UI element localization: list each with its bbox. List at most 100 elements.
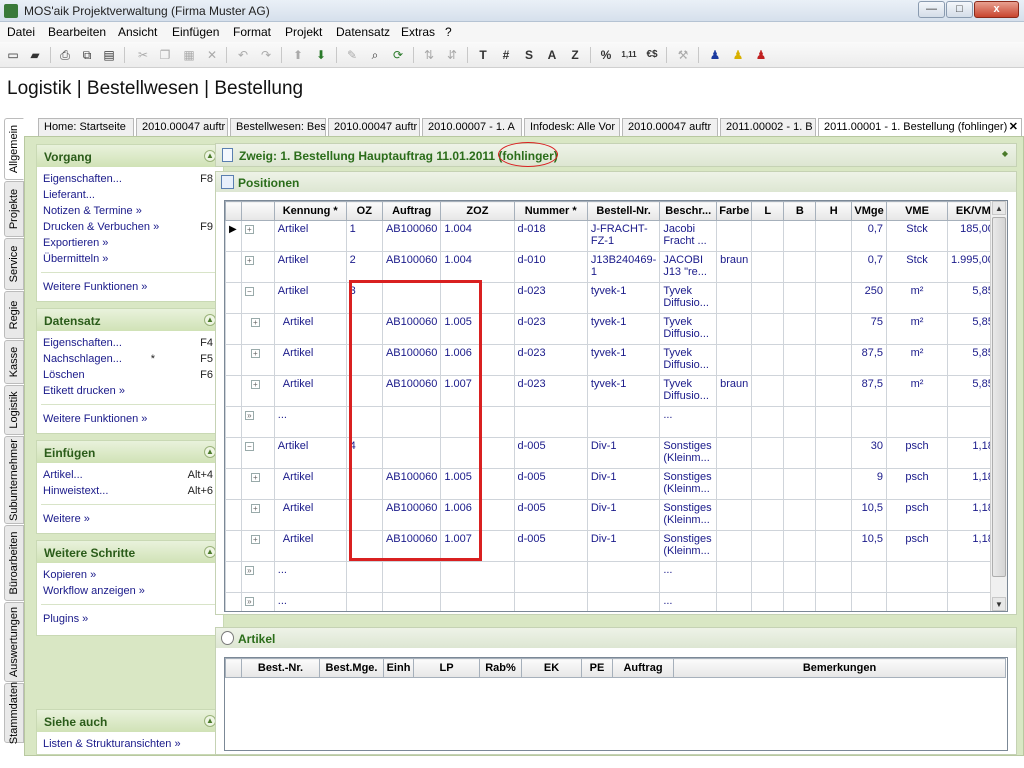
- datensatz-etikett[interactable]: Etikett drucken »: [43, 385, 125, 397]
- cell-vme[interactable]: psch: [886, 468, 948, 500]
- cell-beschreibung[interactable]: ...: [659, 406, 718, 438]
- datensatz-weitere-funktionen[interactable]: Weitere Funktionen »: [43, 413, 147, 425]
- cell-nummer[interactable]: [513, 406, 588, 438]
- cell-l[interactable]: [751, 437, 785, 469]
- col-header-h[interactable]: H: [815, 201, 853, 221]
- doc-tab[interactable]: 2010.00047 auftr: [328, 118, 420, 136]
- cell-b[interactable]: [783, 406, 817, 438]
- cell-beschreibung[interactable]: Sonstiges (Kleinm...: [659, 468, 718, 500]
- cell-vmge[interactable]: 9: [851, 468, 887, 500]
- row-selector[interactable]: [225, 313, 242, 345]
- cell-bestell-nr[interactable]: J13B240469-1: [586, 251, 661, 283]
- move-down-icon[interactable]: ⬇: [312, 46, 330, 64]
- cell-h[interactable]: [815, 313, 853, 345]
- cell-beschreibung[interactable]: JACOBI J13 "re...: [659, 251, 718, 283]
- menu-datensatz[interactable]: Datensatz: [336, 25, 390, 39]
- cell-bestell-nr[interactable]: Div-1: [586, 468, 661, 500]
- a-button[interactable]: A: [543, 46, 561, 64]
- cell-auftrag[interactable]: [381, 561, 442, 593]
- search-icon[interactable]: ⌕: [366, 46, 384, 64]
- cell-vmge[interactable]: 0,7: [851, 220, 887, 252]
- col-header-einh[interactable]: Einh: [383, 658, 414, 678]
- cell-farbe[interactable]: [716, 561, 753, 593]
- artikel-grid[interactable]: Best.-Nr. Best.Mge. Einh LP Rab% EK PE A…: [224, 657, 1008, 751]
- table-row[interactable]: + Artikel AB100060 1.005 d-023 tyvek-1 Tyvek D…: [225, 313, 1007, 345]
- tree-node[interactable]: +: [240, 344, 275, 376]
- cell-b[interactable]: [783, 251, 817, 283]
- tab-allgemein[interactable]: Allgemein: [4, 118, 24, 180]
- cell-vmge[interactable]: 87,5: [851, 375, 887, 407]
- cell-bestell-nr[interactable]: J-FRACHT-FZ-1: [586, 220, 661, 252]
- doc-tab[interactable]: Bestellwesen: Bes: [230, 118, 326, 136]
- weitere-kopieren[interactable]: Kopieren »: [43, 569, 96, 581]
- datensatz-eigenschaften[interactable]: Eigenschaften...: [43, 337, 122, 349]
- col-header-vmge[interactable]: VMge: [851, 201, 887, 221]
- cell-h[interactable]: [815, 530, 853, 562]
- cell-l[interactable]: [751, 468, 785, 500]
- cell-farbe[interactable]: [716, 220, 753, 252]
- col-header-best-mge[interactable]: Best.Mge.: [319, 658, 384, 678]
- cell-b[interactable]: [783, 282, 817, 314]
- tab-service[interactable]: Service: [4, 238, 24, 290]
- cell-vme[interactable]: m²: [886, 282, 948, 314]
- cell-kennung[interactable]: Artikel: [273, 468, 347, 500]
- expand-icon[interactable]: +: [250, 473, 260, 482]
- menu-datei[interactable]: Datei: [7, 25, 35, 39]
- cell-l[interactable]: [751, 251, 785, 283]
- cell-h[interactable]: [815, 344, 853, 376]
- clipboard-icon[interactable]: ▤: [100, 46, 118, 64]
- z-button[interactable]: Z: [566, 46, 584, 64]
- cell-beschreibung[interactable]: ...: [659, 592, 718, 611]
- cell-vme[interactable]: Stck: [886, 220, 948, 252]
- delete-icon[interactable]: ✕: [203, 46, 221, 64]
- cell-auftrag[interactable]: AB100060: [381, 375, 442, 407]
- cell-b[interactable]: [783, 592, 817, 611]
- table-row[interactable]: ▶ + Artikel 1 AB100060 1.004 d-018 J-FRACHT-FZ-…: [225, 220, 1007, 252]
- cell-h[interactable]: [815, 561, 853, 593]
- cell-vmge[interactable]: [851, 561, 887, 593]
- col-header-farbe[interactable]: Farbe: [716, 201, 753, 221]
- col-header-beschreibung[interactable]: Beschr...: [659, 201, 718, 221]
- menu-bearbeiten[interactable]: Bearbeiten: [48, 25, 106, 39]
- cell-oz[interactable]: 1: [345, 220, 383, 252]
- table-row[interactable]: »......: [225, 561, 1007, 593]
- cell-auftrag[interactable]: [381, 437, 442, 469]
- cell-kennung[interactable]: ...: [273, 561, 347, 593]
- vorgang-exportieren[interactable]: Exportieren »: [43, 237, 108, 249]
- col-header-b[interactable]: B: [783, 201, 817, 221]
- cell-beschreibung[interactable]: Tyvek Diffusio...: [659, 282, 718, 314]
- cell-vmge[interactable]: [851, 406, 887, 438]
- undo-icon[interactable]: ↶: [234, 46, 252, 64]
- tree-node[interactable]: +: [240, 313, 275, 345]
- cell-h[interactable]: [815, 468, 853, 500]
- cell-zoz[interactable]: 1.006: [440, 499, 515, 531]
- cell-l[interactable]: [751, 375, 785, 407]
- user-blue-icon[interactable]: ♟: [706, 46, 724, 64]
- cell-vme[interactable]: Stck: [886, 251, 948, 283]
- cell-zoz[interactable]: 1.006: [440, 344, 515, 376]
- tab-bueroarbeiten[interactable]: Büroarbeiten: [4, 525, 24, 601]
- cell-b[interactable]: [783, 220, 817, 252]
- cell-auftrag[interactable]: AB100060: [381, 344, 442, 376]
- col-header-l[interactable]: L: [751, 201, 785, 221]
- cell-oz[interactable]: [345, 592, 383, 611]
- row-selector[interactable]: [225, 592, 242, 611]
- tree-node[interactable]: +: [240, 499, 275, 531]
- row-selector[interactable]: ▶: [225, 220, 242, 252]
- row-selector[interactable]: [225, 282, 242, 314]
- currency-button[interactable]: €$: [643, 46, 661, 64]
- cell-kennung[interactable]: Artikel: [273, 530, 347, 562]
- tree-node[interactable]: +: [240, 468, 275, 500]
- cell-bestell-nr[interactable]: tyvek-1: [586, 282, 661, 314]
- cell-h[interactable]: [815, 375, 853, 407]
- siehe-listen[interactable]: Listen & Strukturansichten »: [43, 738, 181, 750]
- paste-icon[interactable]: ▦: [180, 46, 198, 64]
- cell-h[interactable]: [815, 592, 853, 611]
- row-selector[interactable]: [225, 561, 242, 593]
- cell-beschreibung[interactable]: Sonstiges (Kleinm...: [659, 530, 718, 562]
- cell-zoz[interactable]: [440, 592, 515, 611]
- copy-icon[interactable]: ❐: [156, 46, 174, 64]
- menu-help[interactable]: ?: [445, 25, 452, 39]
- cell-vme[interactable]: m²: [886, 313, 948, 345]
- cell-vme[interactable]: [886, 592, 948, 611]
